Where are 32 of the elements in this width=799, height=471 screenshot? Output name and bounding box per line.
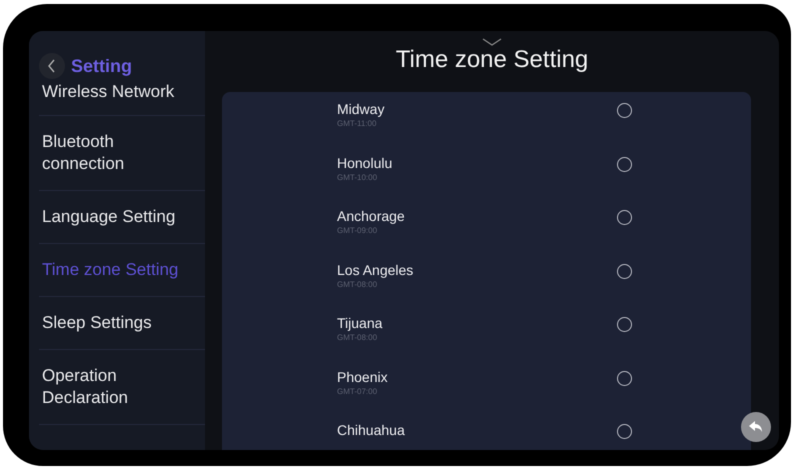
radio-button[interactable] bbox=[617, 317, 632, 332]
sidebar-title: Setting bbox=[71, 56, 132, 76]
sidebar-item[interactable]: Operation Declaration bbox=[39, 350, 205, 425]
radio-button[interactable] bbox=[617, 103, 632, 118]
zone-name: Los Angeles bbox=[337, 262, 414, 278]
zone-offset: GMT-07:00 bbox=[337, 386, 378, 396]
chevron-down-icon[interactable] bbox=[482, 38, 502, 46]
reply-arrow-icon bbox=[749, 421, 763, 433]
back-button[interactable] bbox=[39, 53, 65, 79]
zone-offset: GMT-10:00 bbox=[337, 172, 378, 182]
radio-button[interactable] bbox=[617, 370, 632, 386]
zone-name: Tijuana bbox=[337, 315, 384, 332]
sidebar-item[interactable]: Language Setting bbox=[39, 191, 205, 244]
radio-button[interactable] bbox=[617, 264, 632, 278]
zone-offset: GMT-08:00 bbox=[337, 278, 378, 290]
zone-name: Honolulu bbox=[337, 154, 394, 172]
zone-offset: GMT-11:00 bbox=[337, 118, 378, 129]
radio-button[interactable] bbox=[617, 210, 632, 225]
zone-name: Midway bbox=[337, 101, 386, 118]
radio-button[interactable] bbox=[617, 156, 632, 172]
zone-name: Chihuahua bbox=[337, 422, 406, 439]
zone-offset: GMT-09:00 bbox=[337, 225, 378, 236]
chevron-left-icon bbox=[47, 59, 57, 73]
page-title: Time zone Setting bbox=[396, 46, 588, 74]
zone-name: Anchorage bbox=[337, 208, 406, 225]
zone-name: Phoenix bbox=[337, 368, 389, 386]
sidebar-item[interactable]: Sleep Settings bbox=[39, 297, 205, 350]
back-arrow-button[interactable] bbox=[741, 412, 771, 442]
sidebar-item[interactable]: Wireless Network bbox=[39, 79, 205, 116]
zone-offset: GMT-08:00 bbox=[337, 332, 378, 343]
sidebar-item[interactable]: Bluetooth connection bbox=[39, 116, 205, 191]
radio-button[interactable] bbox=[617, 424, 632, 439]
